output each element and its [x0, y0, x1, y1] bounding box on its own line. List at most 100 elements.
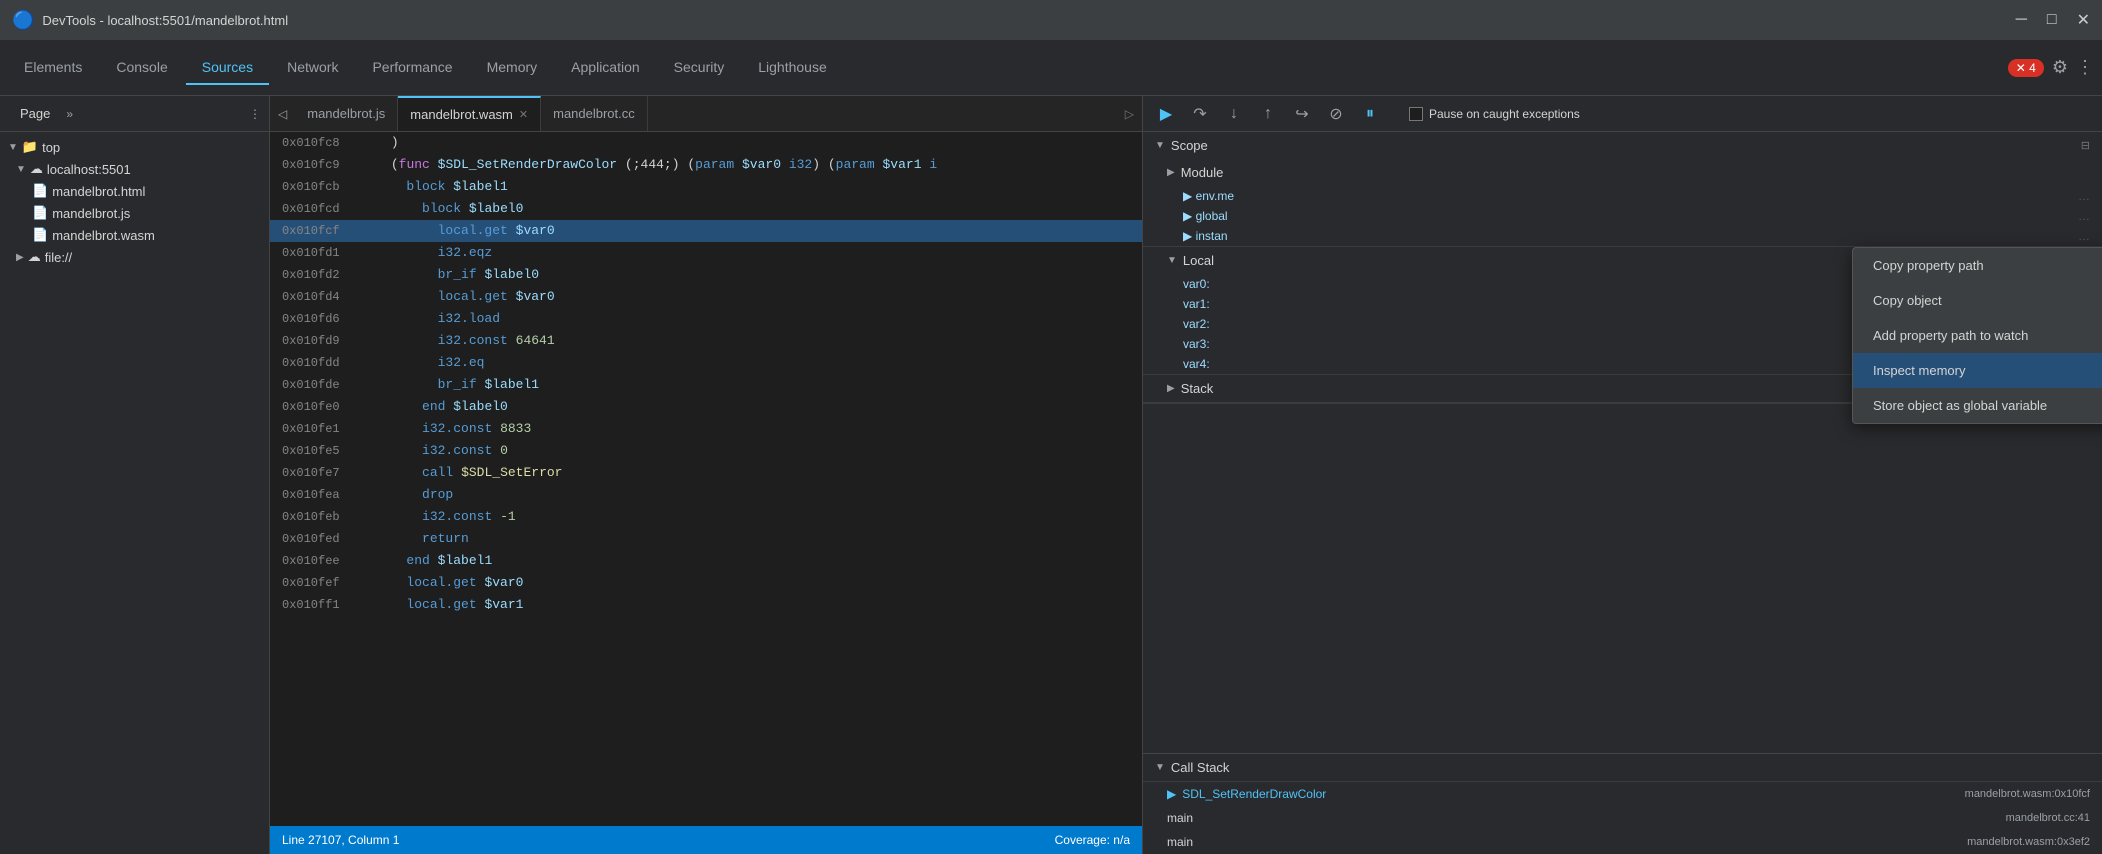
source-tab-nav-back[interactable]: ◁ [270, 96, 295, 131]
resume-button[interactable]: ▶ [1155, 103, 1177, 125]
error-badge[interactable]: ✕ 4 [2008, 59, 2044, 77]
tab-bar-nav: ▷ [1117, 107, 1142, 121]
tab-elements[interactable]: Elements [8, 51, 98, 85]
titlebar-title: DevTools - localhost:5501/mandelbrot.htm… [42, 13, 2007, 28]
chevron-right-icon: ▶ [1167, 167, 1175, 178]
chevron-right-icon: ▶ [16, 252, 24, 263]
module-header[interactable]: ▶ Module [1143, 159, 2102, 186]
tree-item-html[interactable]: 📄 mandelbrot.html [0, 180, 269, 202]
local-section: ▼ Local var0: var1: var2: [1143, 247, 2102, 375]
more-menu-icon[interactable]: ⋮ [2076, 57, 2094, 78]
close-button[interactable]: ✕ [2077, 10, 2090, 30]
tree-item-localhost[interactable]: ▼ ☁ localhost:5501 [0, 158, 269, 180]
source-tab-js[interactable]: mandelbrot.js [295, 96, 398, 131]
step-over-button[interactable]: ↷ [1189, 103, 1211, 125]
maximize-button[interactable]: □ [2047, 11, 2057, 29]
close-tab-icon[interactable]: ✕ [519, 108, 528, 121]
scope-header[interactable]: ▼ Scope ⊟ [1143, 132, 2102, 159]
tree-item-top[interactable]: ▼ 📁 top [0, 136, 269, 158]
right-panel: ▶ ↷ ↓ ↑ ↪ ⊘ ⏸ Pause on caught exceptions… [1142, 96, 2102, 854]
tree-item-js[interactable]: 📄 mandelbrot.js [0, 202, 269, 224]
scope-item-global[interactable]: ▶ global … [1143, 206, 2102, 226]
tab-application[interactable]: Application [555, 51, 656, 85]
chevron-right-icon: ▶ [1167, 383, 1175, 394]
scope-key: ▶ env.me [1183, 189, 1234, 203]
code-line: 0x010fef local.get $var0 [270, 572, 1142, 594]
tab-security[interactable]: Security [658, 51, 741, 85]
filetree-header: Page » ⋮ [0, 96, 269, 132]
context-menu: Copy property path Copy object Add prope… [1852, 247, 2102, 424]
filetree-menu-icon[interactable]: ⋮ [249, 107, 261, 121]
scope-key: var1: [1183, 297, 1210, 311]
scope-key: var2: [1183, 317, 1210, 331]
cc-tab-label: mandelbrot.cc [553, 106, 635, 121]
source-tab-cc[interactable]: mandelbrot.cc [541, 96, 648, 131]
window-controls[interactable]: ─ □ ✕ [2016, 10, 2090, 30]
call-stack-item-0[interactable]: ▶ SDL_SetRenderDrawColor mandelbrot.wasm… [1143, 782, 2102, 806]
collapse-all-icon[interactable]: ⊟ [2081, 139, 2090, 152]
tree-item-file[interactable]: ▶ ☁ file:// [0, 246, 269, 268]
more-icon[interactable]: … [2078, 189, 2090, 203]
pause-exceptions-label: Pause on caught exceptions [1429, 107, 1580, 121]
tab-lighthouse[interactable]: Lighthouse [742, 51, 843, 85]
minimize-button[interactable]: ─ [2016, 11, 2027, 29]
step-button[interactable]: ↪ [1291, 103, 1313, 125]
more-pages-icon[interactable]: » [66, 107, 73, 121]
code-line: 0x010fcb block $label1 [270, 176, 1142, 198]
tab-console[interactable]: Console [100, 51, 183, 85]
call-stack-item-2[interactable]: main mandelbrot.wasm:0x3ef2 [1143, 830, 2102, 854]
wasm-file-icon: 📄 [32, 227, 48, 243]
scope-item-env[interactable]: ▶ env.me … [1143, 186, 2102, 206]
pause-button[interactable]: ⏸ [1359, 103, 1381, 125]
tab-network[interactable]: Network [271, 51, 354, 85]
code-line: 0x010fd1 i32.eqz [270, 242, 1142, 264]
tree-item-label: top [42, 140, 60, 155]
scope-key: var4: [1183, 357, 1210, 371]
step-out-button[interactable]: ↑ [1257, 103, 1279, 125]
context-menu-inspect-memory[interactable]: Inspect memory [1853, 353, 2102, 388]
call-stack-item-1[interactable]: main mandelbrot.cc:41 [1143, 806, 2102, 830]
scope-section: ▼ Scope ⊟ ▶ Module ▶ env.me [1143, 132, 2102, 404]
code-line: 0x010fcd block $label0 [270, 198, 1142, 220]
code-line: 0x010fd4 local.get $var0 [270, 286, 1142, 308]
tree-item-wasm[interactable]: 📄 mandelbrot.wasm [0, 224, 269, 246]
step-into-button[interactable]: ↓ [1223, 103, 1245, 125]
devtools-icon: 🔵 [12, 10, 34, 31]
code-line: 0x010fd9 i32.const 64641 [270, 330, 1142, 352]
more-icon[interactable]: … [2078, 209, 2090, 223]
deactivate-breakpoints-icon[interactable]: ⊘ [1325, 103, 1347, 125]
code-line: 0x010fe5 i32.const 0 [270, 440, 1142, 462]
source-code-view[interactable]: 0x010fc8 ) 0x010fc9 (func $SDL_SetRender… [270, 132, 1142, 826]
source-tab-wasm[interactable]: mandelbrot.wasm ✕ [398, 96, 541, 131]
context-menu-add-watch[interactable]: Add property path to watch [1853, 318, 2102, 353]
page-button[interactable]: Page [8, 102, 62, 125]
call-stack-fn-name: SDL_SetRenderDrawColor [1182, 787, 1326, 801]
server-icon: ☁ [30, 161, 43, 177]
scroll-tabs-right-icon[interactable]: ▷ [1125, 107, 1134, 121]
tab-performance[interactable]: Performance [356, 51, 468, 85]
tree-item-label: mandelbrot.html [52, 184, 145, 199]
tab-sources[interactable]: Sources [186, 51, 269, 85]
context-menu-store-global[interactable]: Store object as global variable [1853, 388, 2102, 423]
code-line: 0x010fee end $label1 [270, 550, 1142, 572]
module-title: Module [1181, 165, 1224, 180]
status-bar: Line 27107, Column 1 Coverage: n/a [270, 826, 1142, 854]
code-line: 0x010fd6 i32.load [270, 308, 1142, 330]
chevron-down-icon: ▼ [1167, 255, 1177, 266]
tree-item-label: localhost:5501 [47, 162, 131, 177]
scope-item-instan[interactable]: ▶ instan … [1143, 226, 2102, 246]
context-menu-copy-path[interactable]: Copy property path [1853, 248, 2102, 283]
settings-icon[interactable]: ⚙ [2052, 57, 2068, 78]
call-stack-header[interactable]: ▼ Call Stack [1143, 754, 2102, 782]
right-panel-inner: ▶ ↷ ↓ ↑ ↪ ⊘ ⏸ Pause on caught exceptions… [1143, 96, 2102, 854]
tab-memory[interactable]: Memory [471, 51, 554, 85]
code-line: 0x010ff1 local.get $var1 [270, 594, 1142, 616]
file-tree: ▼ 📁 top ▼ ☁ localhost:5501 📄 mandelbrot.… [0, 132, 269, 854]
chevron-down-icon: ▼ [8, 142, 18, 153]
context-menu-copy-object[interactable]: Copy object [1853, 283, 2102, 318]
more-icon[interactable]: … [2078, 229, 2090, 243]
code-line: 0x010fe0 end $label0 [270, 396, 1142, 418]
code-line: 0x010feb i32.const -1 [270, 506, 1142, 528]
call-stack-title: Call Stack [1171, 760, 1230, 775]
pause-exceptions-checkbox[interactable] [1409, 107, 1423, 121]
